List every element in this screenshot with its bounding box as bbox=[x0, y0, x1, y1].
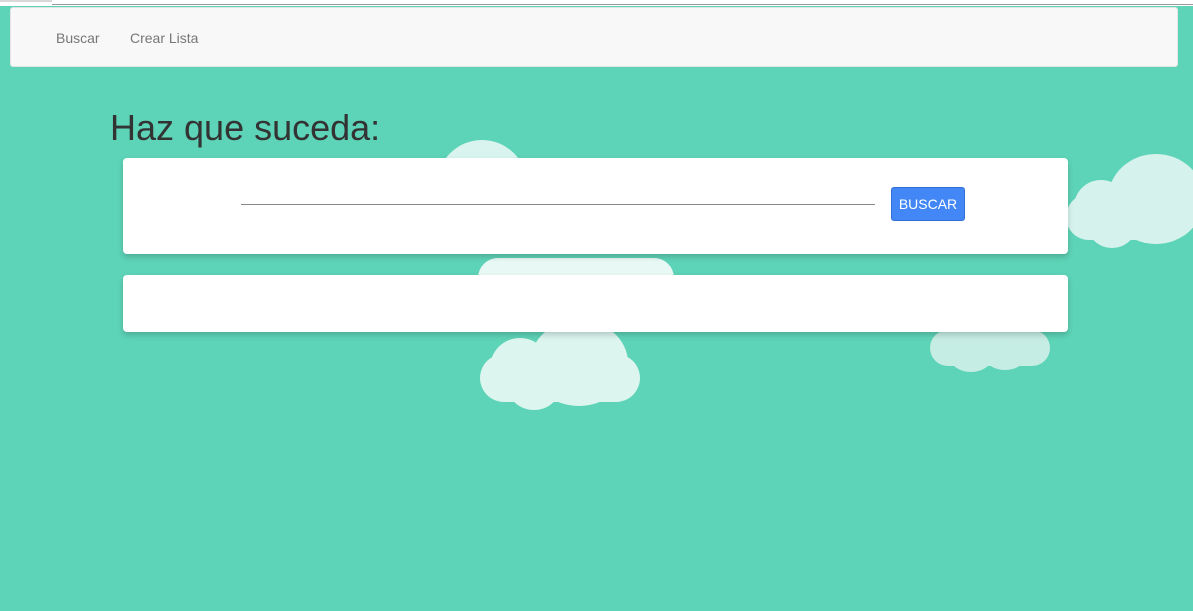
browser-tab-edge bbox=[0, 0, 52, 2]
nav-link-buscar[interactable]: Buscar bbox=[56, 30, 100, 46]
top-navbar: Buscar Crear Lista bbox=[10, 7, 1178, 67]
search-card: BUSCAR bbox=[123, 158, 1068, 254]
results-card bbox=[123, 275, 1068, 332]
page-title: Haz que suceda: bbox=[110, 107, 381, 148]
nav-link-crear-lista[interactable]: Crear Lista bbox=[130, 30, 198, 46]
cloud-decoration-bottom bbox=[480, 320, 640, 410]
browser-tab-line bbox=[52, 4, 1193, 5]
search-button[interactable]: BUSCAR bbox=[891, 187, 965, 221]
browser-top-strip bbox=[0, 0, 1193, 6]
cloud-decoration-small bbox=[930, 330, 1050, 372]
search-input[interactable] bbox=[241, 188, 875, 205]
cloud-decoration-right bbox=[1066, 154, 1193, 248]
cloud-decoration-middle bbox=[478, 254, 678, 298]
